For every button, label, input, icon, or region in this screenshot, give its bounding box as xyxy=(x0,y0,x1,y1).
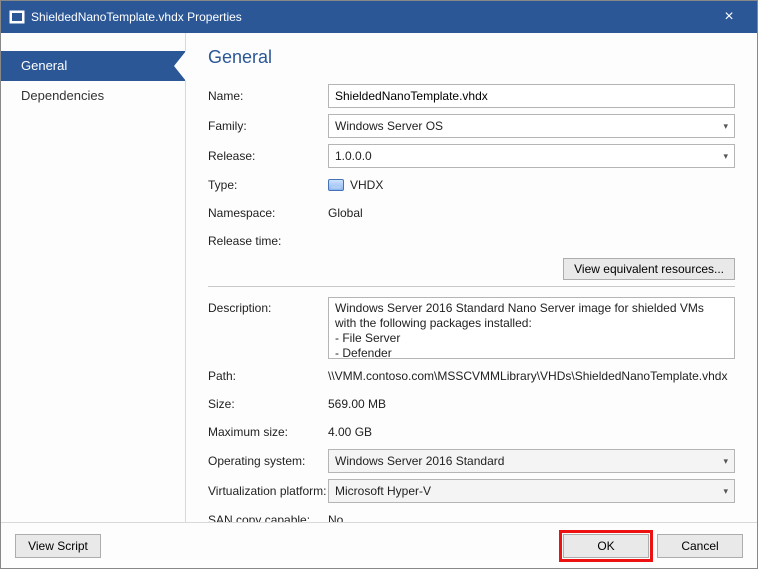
path-label: Path: xyxy=(208,369,328,383)
ok-button[interactable]: OK xyxy=(563,534,649,558)
release-value: 1.0.0.0 xyxy=(335,149,372,163)
sidebar-item-general[interactable]: General xyxy=(1,51,185,81)
description-textarea[interactable]: Windows Server 2016 Standard Nano Server… xyxy=(328,297,735,359)
virtualization-combobox[interactable]: Microsoft Hyper-V ▾ xyxy=(328,479,735,503)
family-label: Family: xyxy=(208,119,328,133)
size-label: Size: xyxy=(208,397,328,411)
chevron-down-icon: ▾ xyxy=(723,486,728,497)
chevron-down-icon: ▾ xyxy=(723,151,728,162)
release-combobox[interactable]: 1.0.0.0 ▾ xyxy=(328,144,735,168)
description-label: Description: xyxy=(208,297,328,315)
namespace-value: Global xyxy=(328,206,735,220)
release-label: Release: xyxy=(208,149,328,163)
view-script-button[interactable]: View Script xyxy=(15,534,101,558)
virt-value: Microsoft Hyper-V xyxy=(335,484,431,498)
virt-label: Virtualization platform: xyxy=(208,484,328,498)
max-size-value: 4.00 GB xyxy=(328,425,735,439)
size-value: 569.00 MB xyxy=(328,397,735,411)
path-value: \\VMM.contoso.com\MSSCVMMLibrary\VHDs\Sh… xyxy=(328,369,735,383)
os-label: Operating system: xyxy=(208,454,328,468)
name-label: Name: xyxy=(208,89,328,103)
name-input[interactable] xyxy=(328,84,735,108)
sidebar-item-label: Dependencies xyxy=(21,88,104,103)
family-combobox[interactable]: Windows Server OS ▾ xyxy=(328,114,735,138)
family-value: Windows Server OS xyxy=(335,119,443,133)
close-icon[interactable]: × xyxy=(709,8,749,26)
app-icon xyxy=(9,9,25,25)
san-label: SAN copy capable: xyxy=(208,513,328,522)
type-label: Type: xyxy=(208,178,328,192)
dialog-body: General Dependencies General Name: Famil… xyxy=(1,33,757,522)
vhdx-icon xyxy=(328,179,344,191)
divider xyxy=(208,286,735,287)
chevron-down-icon: ▾ xyxy=(723,456,728,467)
properties-dialog: ShieldedNanoTemplate.vhdx Properties × G… xyxy=(0,0,758,569)
page-title: General xyxy=(208,47,735,68)
cancel-button[interactable]: Cancel xyxy=(657,534,743,558)
window-title: ShieldedNanoTemplate.vhdx Properties xyxy=(31,10,709,24)
os-value: Windows Server 2016 Standard xyxy=(335,454,504,468)
form: Name: Family: Windows Server OS ▾ Releas… xyxy=(208,84,735,522)
release-time-label: Release time: xyxy=(208,234,328,248)
namespace-label: Namespace: xyxy=(208,206,328,220)
max-size-label: Maximum size: xyxy=(208,425,328,439)
type-value: VHDX xyxy=(350,178,383,192)
view-equivalent-resources-button[interactable]: View equivalent resources... xyxy=(563,258,735,280)
os-combobox[interactable]: Windows Server 2016 Standard ▾ xyxy=(328,449,735,473)
titlebar: ShieldedNanoTemplate.vhdx Properties × xyxy=(1,1,757,33)
sidebar: General Dependencies xyxy=(1,33,186,522)
chevron-down-icon: ▾ xyxy=(723,121,728,132)
sidebar-item-dependencies[interactable]: Dependencies xyxy=(1,81,185,111)
sidebar-item-label: General xyxy=(21,58,67,73)
san-value: No xyxy=(328,513,735,522)
footer: View Script OK Cancel xyxy=(1,522,757,568)
main-panel: General Name: Family: Windows Server OS … xyxy=(186,33,757,522)
